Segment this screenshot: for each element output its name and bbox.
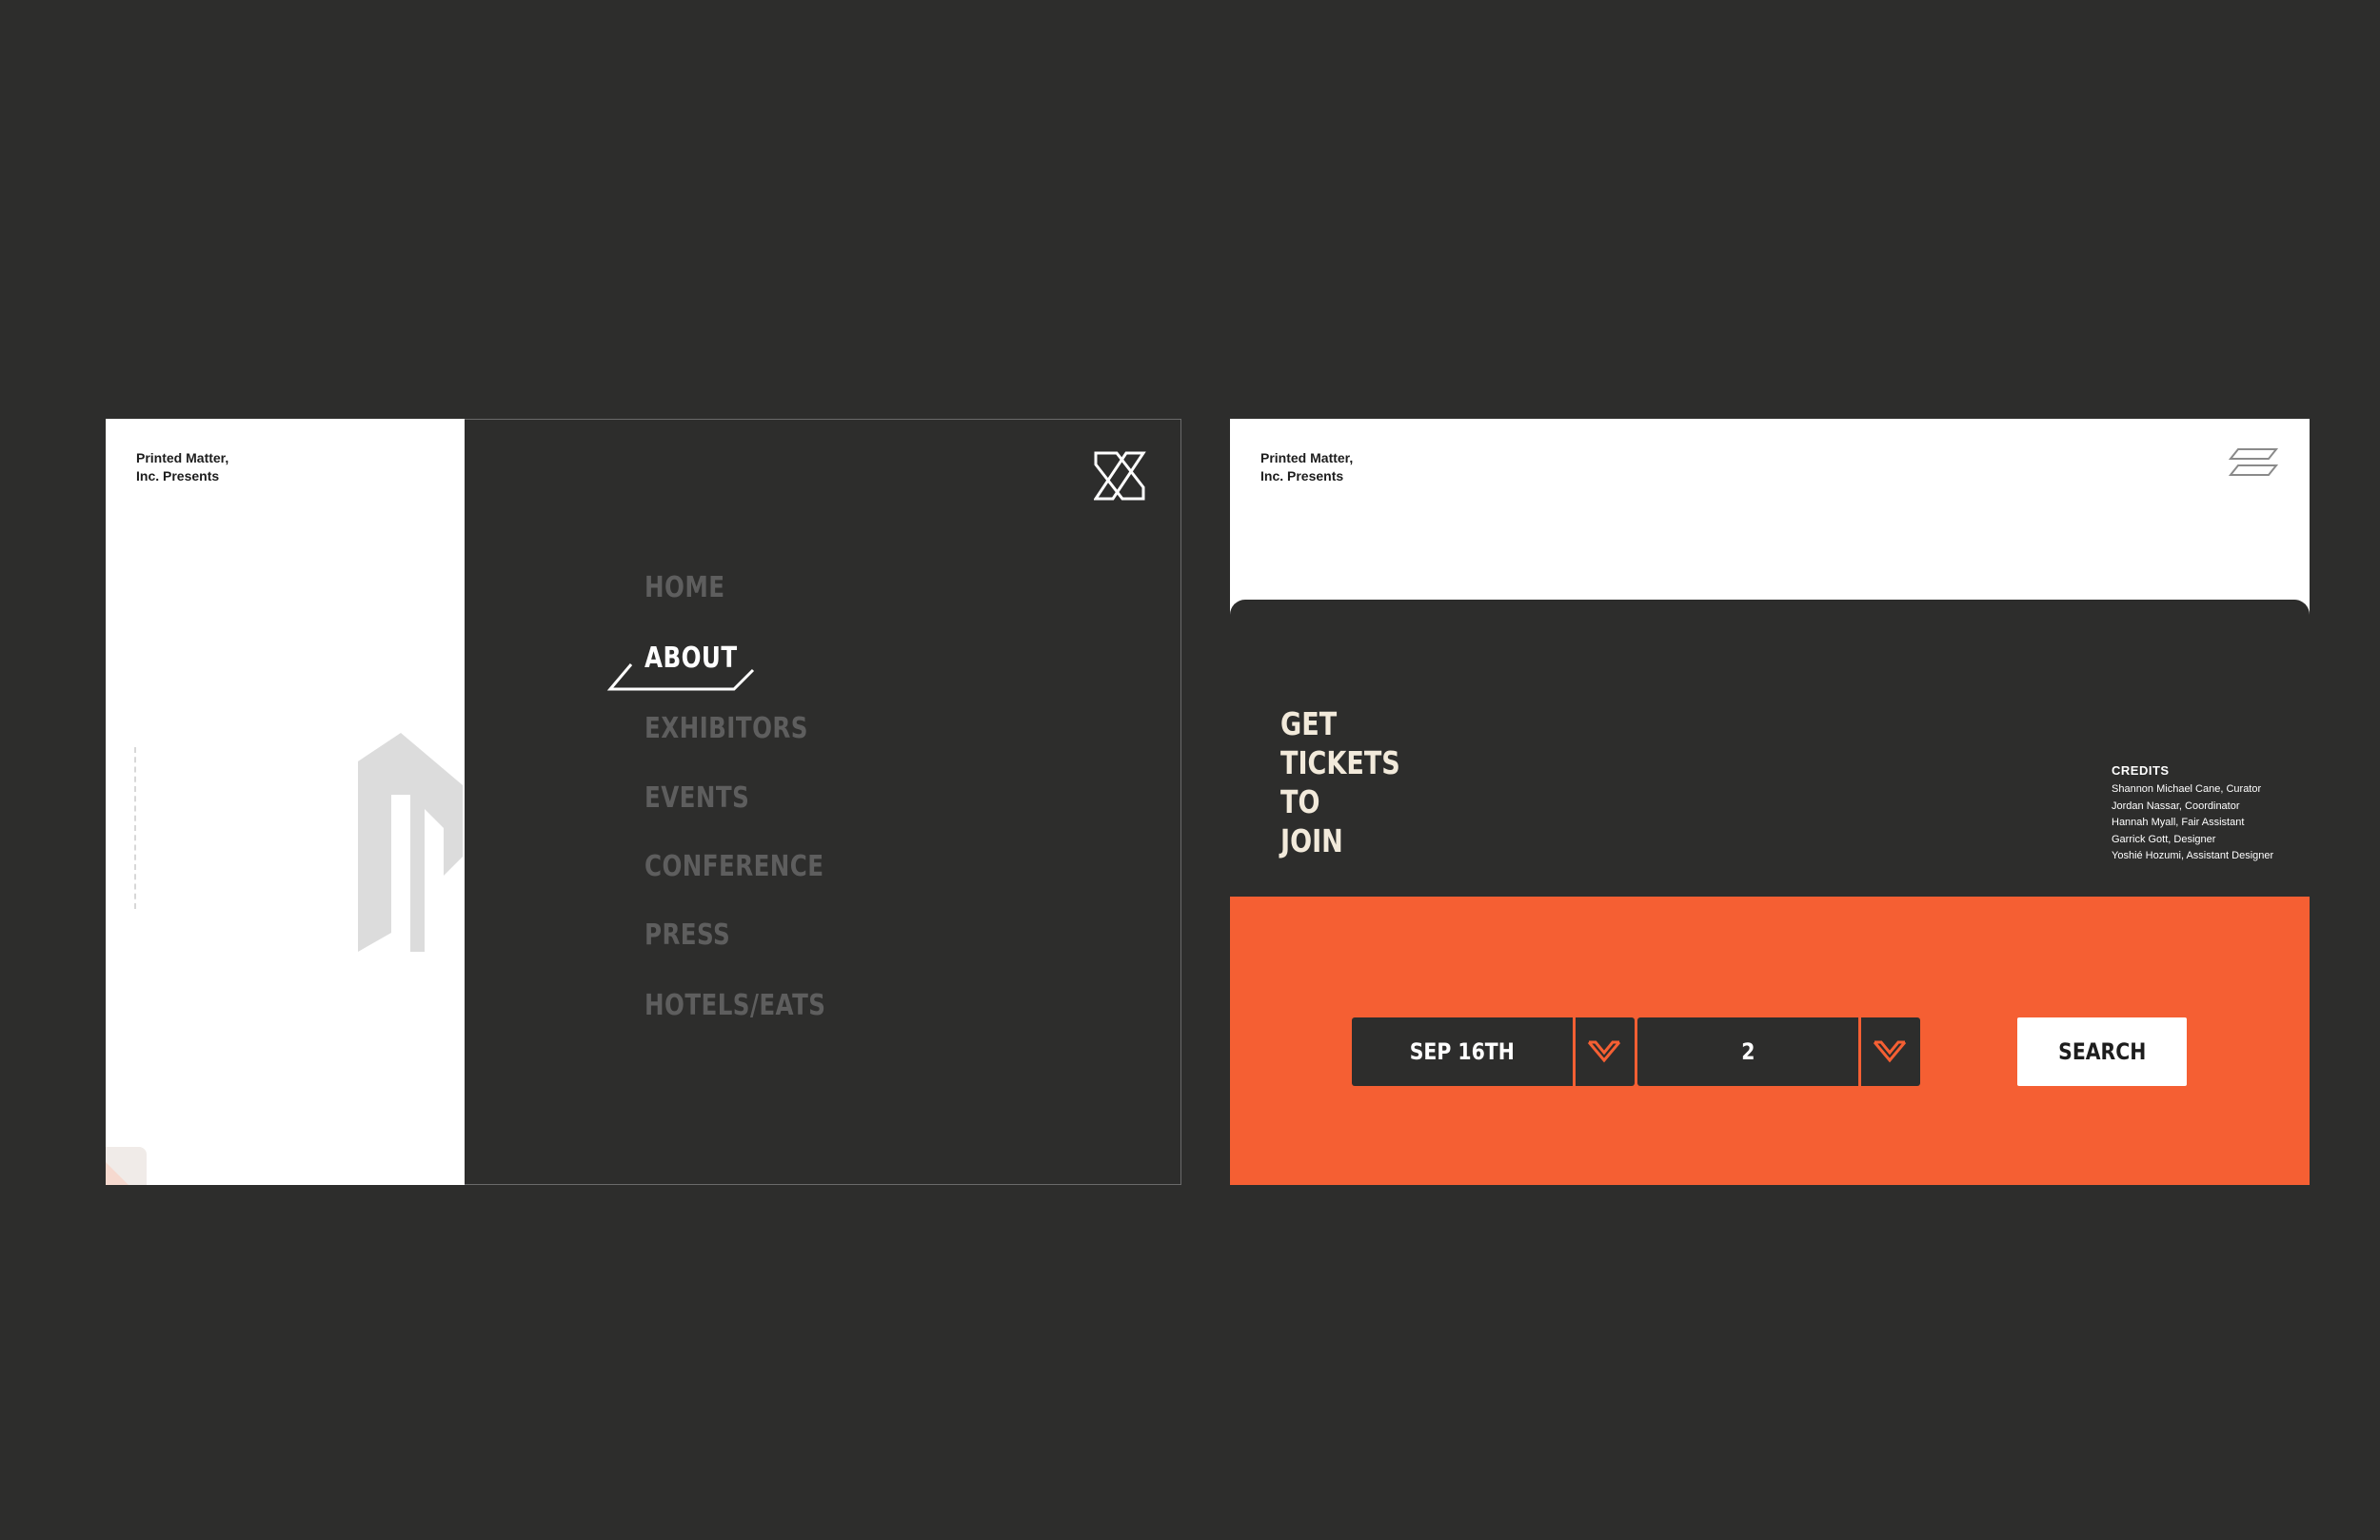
nav-item-conference[interactable]: CONFERENCE (645, 850, 823, 883)
logo-watermark-icon (358, 733, 463, 952)
select-divider (1573, 1017, 1576, 1086)
credits-block: CREDITS Shannon Michael Cane, Curator Jo… (2112, 763, 2273, 865)
quantity-value: 2 (1740, 1038, 1755, 1065)
brand-text: Printed Matter, Inc. Presents (1260, 449, 1353, 485)
credit-line: Garrick Gott, Designer (2112, 833, 2216, 845)
search-button[interactable]: SEARCH (2017, 1017, 2187, 1086)
hamburger-menu-icon[interactable] (2229, 446, 2278, 479)
credit-line: Shannon Michael Cane, Curator (2112, 783, 2262, 795)
brand-line-2: Inc. Presents (1260, 468, 1344, 484)
tickets-screen-mockup: Printed Matter, Inc. Presents GET TICKET… (1230, 419, 2310, 1185)
nav-item-exhibitors[interactable]: EXHIBITORS (645, 712, 808, 745)
nav-item-hotels-eats[interactable]: HOTELS/EATS (645, 989, 825, 1022)
heading-line: GET (1280, 705, 1338, 742)
heading-line: TO (1280, 783, 1320, 820)
ticket-search-bar: SEP 16TH 2 SEARCH (1230, 897, 2310, 1185)
heading-line: TICKETS (1280, 744, 1400, 781)
chevron-down-icon[interactable] (1586, 1035, 1622, 1069)
credit-line: Hannah Myall, Fair Assistant (2112, 817, 2245, 828)
date-value: SEP 16TH (1409, 1038, 1516, 1065)
brand-line-1: Printed Matter, (1260, 450, 1354, 465)
credit-line: Yoshié Hozumi, Assistant Designer (2112, 850, 2274, 861)
nav-item-press[interactable]: PRESS (645, 918, 730, 952)
corner-tile (106, 1147, 147, 1185)
nav-overlay-panel (465, 419, 1181, 1185)
menu-screen-mockup: Printed Matter, Inc. Presents HOME ABOUT… (106, 419, 1181, 1185)
tickets-heading: GET TICKETS TO JOIN (1280, 704, 1437, 860)
close-x-icon[interactable] (1094, 449, 1147, 503)
credit-line: Jordan Nassar, Coordinator (2112, 800, 2240, 812)
dashed-guide (134, 747, 136, 909)
date-select[interactable]: SEP 16TH (1352, 1017, 1635, 1086)
brand-line-1: Printed Matter, (136, 450, 229, 465)
nav-item-events[interactable]: EVENTS (645, 781, 749, 815)
tickets-card: GET TICKETS TO JOIN CREDITS Shannon Mich… (1230, 600, 2310, 904)
quantity-select[interactable]: 2 (1637, 1017, 1920, 1086)
heading-line: JOIN (1280, 822, 1343, 859)
brand-line-2: Inc. Presents (136, 468, 220, 484)
select-divider (1858, 1017, 1861, 1086)
chevron-down-icon[interactable] (1872, 1035, 1908, 1069)
brand-text: Printed Matter, Inc. Presents (136, 449, 228, 485)
credits-heading: CREDITS (2112, 763, 2170, 778)
nav-item-home[interactable]: HOME (645, 571, 724, 604)
active-underline-icon (606, 663, 755, 691)
